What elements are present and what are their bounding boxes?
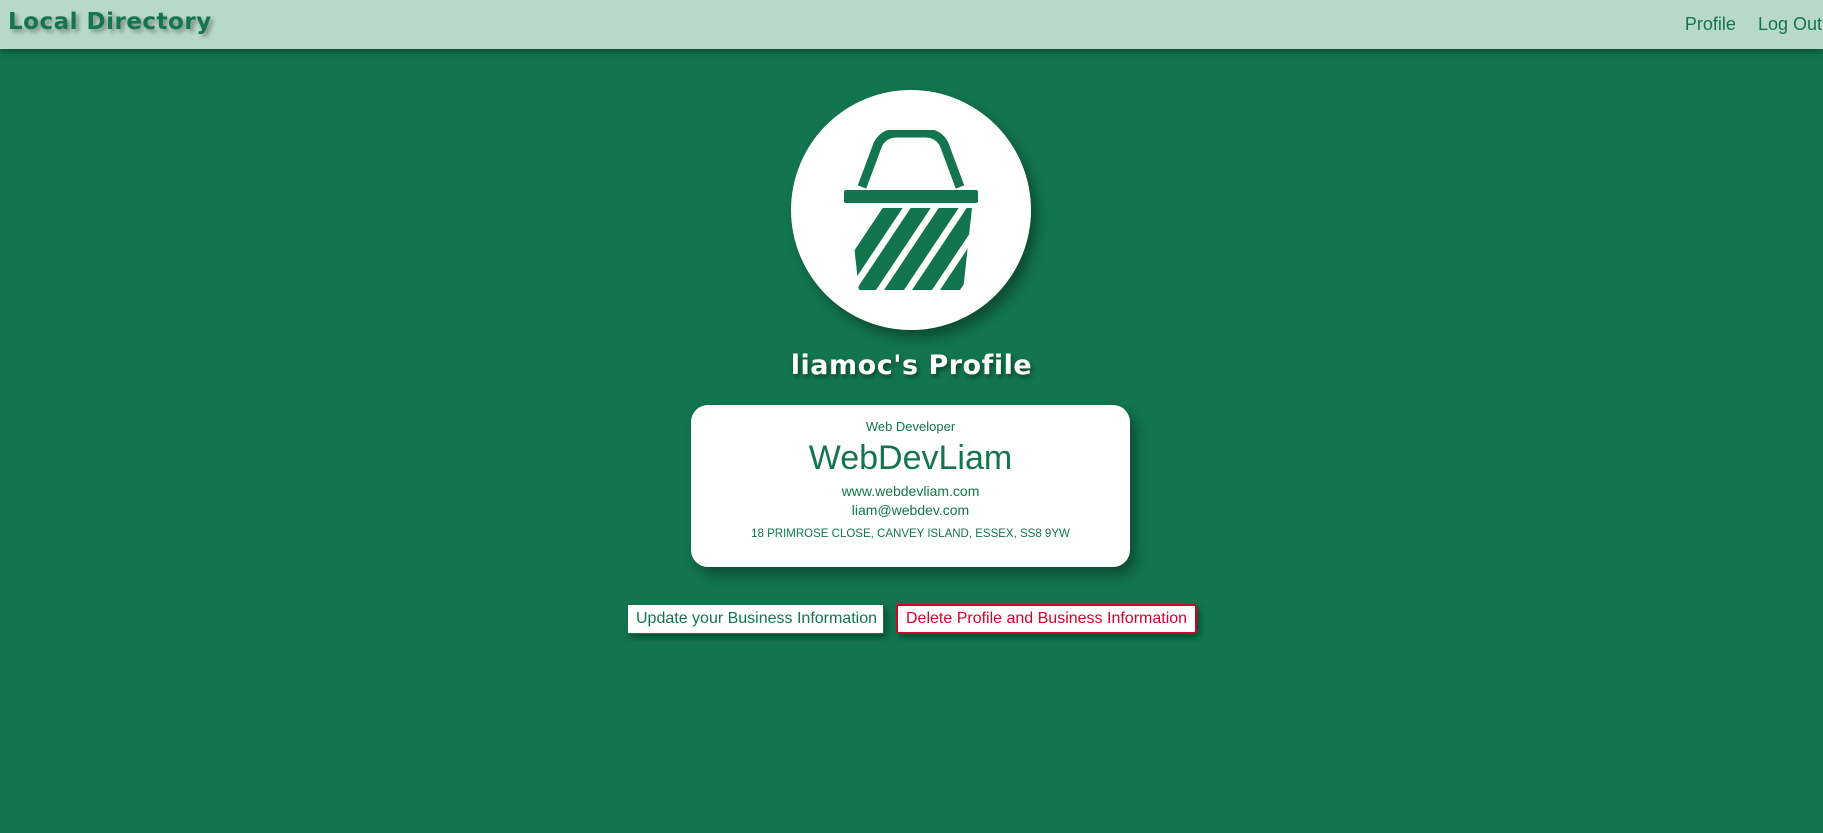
profile-title: liamoc's Profile <box>790 350 1033 381</box>
business-name: WebDevLiam <box>808 439 1013 477</box>
nav-link-logout[interactable]: Log Out <box>1758 14 1822 35</box>
business-address: 18 PRIMROSE CLOSE, CANVEY ISLAND, ESSEX,… <box>751 528 1070 540</box>
nav-links: Profile Log Out <box>1685 14 1823 35</box>
business-email: liam@webdev.com <box>851 502 970 518</box>
update-business-button[interactable]: Update your Business Information <box>627 604 884 634</box>
business-website: www.webdevliam.com <box>841 483 980 499</box>
nav-link-profile[interactable]: Profile <box>1685 14 1736 35</box>
business-card: Web Developer WebDevLiam www.webdevliam.… <box>691 405 1130 567</box>
brand-logo-link[interactable]: Local Directory <box>8 9 212 35</box>
delete-profile-button[interactable]: Delete Profile and Business Information <box>896 604 1197 634</box>
navbar: Local Directory Profile Log Out <box>0 0 1823 49</box>
shopping-basket-icon <box>844 130 978 290</box>
avatar <box>791 90 1031 330</box>
business-occupation: Web Developer <box>865 419 956 434</box>
